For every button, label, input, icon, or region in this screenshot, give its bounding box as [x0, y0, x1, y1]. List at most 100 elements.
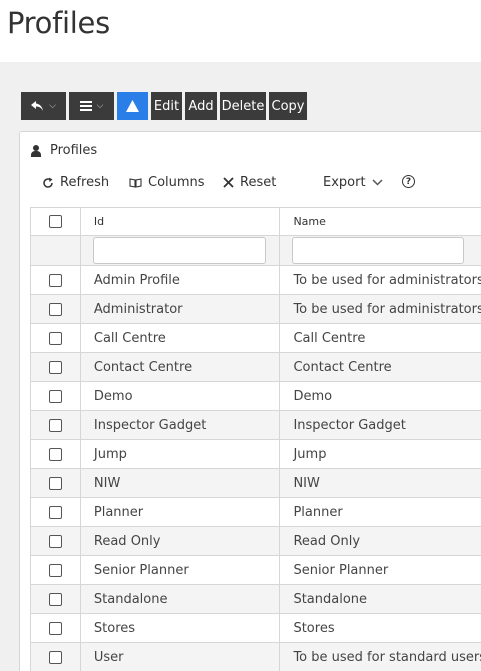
table-row[interactable]: Admin Profile To be used for administrat… [31, 266, 481, 295]
warning-icon [126, 100, 139, 112]
toolbar: ⌵ ⌵ Edit Add Delete Copy [21, 92, 310, 120]
page-title: Profiles [7, 6, 110, 40]
row-select-cell [31, 295, 81, 323]
row-checkbox[interactable] [48, 273, 62, 287]
table-row[interactable]: Inspector Gadget Inspector Gadget [31, 411, 481, 440]
row-id: Planner [81, 498, 281, 526]
row-checkbox[interactable] [48, 389, 62, 403]
columns-label: Columns [148, 175, 205, 190]
row-name: Inspector Gadget [280, 411, 481, 439]
table-row[interactable]: Demo Demo [31, 382, 481, 411]
row-id: NIW [81, 469, 281, 497]
column-header-id[interactable]: Id [81, 208, 281, 235]
row-id: Contact Centre [81, 353, 281, 381]
select-all-checkbox[interactable] [48, 215, 62, 228]
table-row[interactable]: Senior Planner Senior Planner [31, 556, 481, 585]
help-icon: ? [402, 175, 415, 188]
select-all-cell [31, 208, 81, 235]
row-select-cell [31, 643, 81, 671]
profiles-grid: Id Name Admin Profile To be used for adm… [30, 207, 481, 671]
refresh-label: Refresh [60, 175, 110, 190]
row-id: Inspector Gadget [81, 411, 281, 439]
chevron-down-icon [372, 179, 383, 186]
add-button[interactable]: Add [185, 92, 217, 120]
row-select-cell [31, 469, 81, 497]
table-row[interactable]: Stores Stores [31, 614, 481, 643]
reset-label: Reset [240, 175, 277, 190]
export-dropdown[interactable]: Export [323, 175, 383, 190]
row-checkbox[interactable] [48, 505, 62, 519]
columns-icon [129, 177, 142, 188]
row-checkbox[interactable] [48, 302, 62, 316]
table-row[interactable]: Standalone Standalone [31, 585, 481, 614]
row-checkbox[interactable] [48, 534, 62, 548]
warning-button[interactable] [117, 92, 148, 120]
table-row[interactable]: NIW NIW [31, 469, 481, 498]
row-checkbox[interactable] [48, 447, 62, 461]
table-row[interactable]: Read Only Read Only [31, 527, 481, 556]
refresh-icon [43, 177, 53, 188]
column-header-name[interactable]: Name [280, 208, 481, 235]
row-id: Demo [81, 382, 281, 410]
refresh-button[interactable]: Refresh [42, 175, 109, 190]
help-button[interactable]: ? [402, 175, 415, 188]
edit-button[interactable]: Edit [151, 92, 182, 120]
row-select-cell [31, 440, 81, 468]
row-name: Call Centre [280, 324, 481, 352]
table-row[interactable]: Administrator To be used for administrat… [31, 295, 481, 324]
row-checkbox[interactable] [48, 476, 62, 490]
row-select-cell [31, 614, 81, 642]
copy-button[interactable]: Copy [269, 92, 307, 120]
menu-dropdown-button[interactable]: ⌵ [69, 92, 114, 120]
table-row[interactable]: Call Centre Call Centre [31, 324, 481, 353]
undo-icon [31, 100, 44, 111]
chevron-down-icon: ⌵ [96, 101, 104, 111]
row-id: Admin Profile [81, 266, 281, 294]
delete-button[interactable]: Delete [220, 92, 266, 120]
table-row[interactable]: User To be used for standard users [31, 643, 481, 671]
grid-actions: Refresh Columns Reset Export ? [20, 175, 481, 193]
row-checkbox[interactable] [48, 563, 62, 577]
grid-filter-row [31, 236, 481, 266]
filter-spacer [31, 236, 81, 265]
row-id: Standalone [81, 585, 281, 613]
row-id: User [81, 643, 281, 671]
row-select-cell [31, 585, 81, 613]
filter-name-cell [280, 236, 481, 265]
row-name: Stores [280, 614, 481, 642]
row-id: Stores [81, 614, 281, 642]
id-filter-input[interactable] [92, 237, 266, 264]
row-id: Read Only [81, 527, 281, 555]
table-row[interactable]: Jump Jump [31, 440, 481, 469]
profiles-panel: Profiles Refresh Columns Reset Export ? … [19, 131, 481, 671]
row-checkbox[interactable] [48, 650, 62, 664]
row-name: To be used for administrators [280, 295, 481, 323]
table-row[interactable]: Planner Planner [31, 498, 481, 527]
row-id: Call Centre [81, 324, 281, 352]
table-row[interactable]: Contact Centre Contact Centre [31, 353, 481, 382]
row-name: To be used for administrators [280, 266, 481, 294]
row-select-cell [31, 353, 81, 381]
row-checkbox[interactable] [48, 418, 62, 432]
columns-button[interactable]: Columns [129, 175, 205, 190]
close-icon [223, 177, 234, 188]
row-checkbox[interactable] [48, 360, 62, 374]
row-checkbox[interactable] [48, 592, 62, 606]
row-id: Jump [81, 440, 281, 468]
row-checkbox[interactable] [48, 621, 62, 635]
row-select-cell [31, 266, 81, 294]
row-select-cell [31, 382, 81, 410]
chevron-down-icon: ⌵ [49, 101, 56, 111]
row-select-cell [31, 498, 81, 526]
row-name: Read Only [280, 527, 481, 555]
reset-button[interactable]: Reset [223, 175, 276, 190]
row-checkbox[interactable] [48, 331, 62, 345]
undo-dropdown-button[interactable]: ⌵ [21, 92, 66, 120]
row-select-cell [31, 556, 81, 584]
name-filter-input[interactable] [292, 237, 465, 264]
row-select-cell [31, 527, 81, 555]
row-name: NIW [280, 469, 481, 497]
user-icon [31, 144, 41, 157]
grid-header-row: Id Name [31, 208, 481, 236]
row-name: Planner [280, 498, 481, 526]
